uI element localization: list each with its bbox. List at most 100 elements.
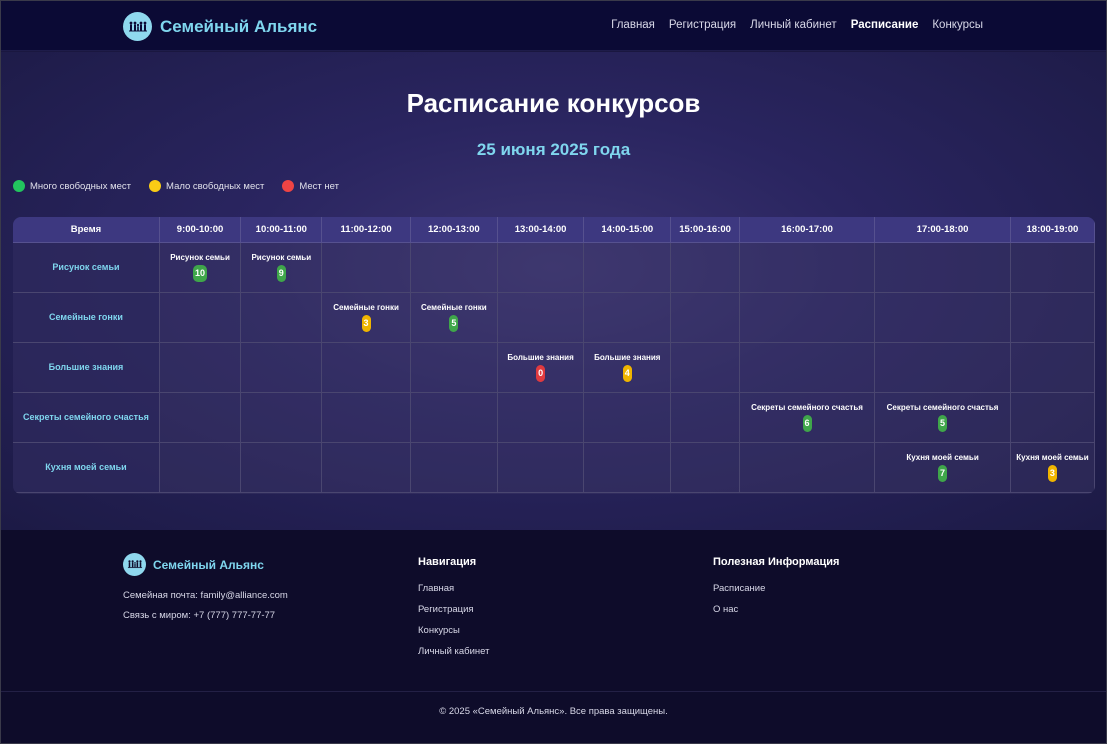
schedule-cell — [583, 292, 672, 343]
time-slot-header: 9:00-10:00 — [159, 217, 242, 243]
schedule-cell — [410, 242, 498, 293]
schedule-event[interactable]: Кухня моей семьи 3 — [1011, 443, 1094, 482]
schedule-cell: Секреты семейного счастья 6 — [739, 392, 876, 443]
contest-name: Большие знания — [13, 342, 160, 393]
schedule-event[interactable]: Большие знания 4 — [584, 343, 670, 382]
event-title: Семейные гонки — [333, 302, 399, 312]
schedule-cell: Кухня моей семьи 7 — [874, 442, 1011, 493]
schedule-cell: Рисунок семьи 9 — [240, 242, 323, 293]
schedule-cell — [739, 342, 876, 393]
schedule-cell — [739, 292, 876, 343]
schedule-cell — [321, 242, 411, 293]
event-title: Большие знания — [507, 352, 574, 362]
main-nav: Главная Регистрация Личный кабинет Расписан… — [611, 19, 983, 31]
footer-nav-column: Навигация Главная Регистрация Конкурсы Личн… — [418, 556, 489, 667]
nav-link[interactable]: Личный кабинет — [750, 19, 837, 31]
brand-logo[interactable]: Семейный Альянс — [123, 12, 317, 41]
copyright: © 2025 «Семейный Альянс». Все права защи… — [439, 706, 668, 717]
table-row: Большие знания Большие знания 0 Большие зна… — [13, 342, 1095, 393]
nav-link[interactable]: Конкурсы — [932, 19, 983, 31]
legend-dot-icon — [149, 180, 162, 192]
seats-badge: 5 — [938, 414, 948, 432]
schedule-section: Расписание конкурсов 25 июня 2025 года М… — [1, 52, 1106, 530]
schedule-cell: Кухня моей семьи 3 — [1010, 442, 1095, 493]
schedule-cell — [874, 342, 1011, 393]
site-footer: Семейный Альянс Семейная почта: family@a… — [1, 530, 1106, 743]
table-row: Рисунок семьи Рисунок семьи 10 Рисунок семь… — [13, 242, 1095, 293]
schedule-cell: Секреты семейного счастья 5 — [874, 392, 1011, 443]
nav-link[interactable]: Регистрация — [669, 19, 736, 31]
schedule-cell — [321, 392, 411, 443]
schedule-cell — [497, 242, 585, 293]
schedule-event[interactable]: Большие знания 0 — [498, 343, 583, 382]
schedule-cell — [321, 342, 411, 393]
schedule-event[interactable]: Секреты семейного счастья 6 — [740, 393, 875, 432]
contest-name: Кухня моей семьи — [13, 442, 160, 493]
contest-name: Рисунок семьи — [13, 242, 160, 293]
footer-email: Семейная почта: family@alliance.com — [123, 590, 288, 601]
schedule-event[interactable]: Семейные гонки 3 — [322, 293, 409, 332]
schedule-event[interactable]: Кухня моей семьи 7 — [875, 443, 1010, 482]
event-title: Рисунок семьи — [251, 252, 312, 262]
schedule-event[interactable]: Рисунок семьи 10 — [160, 243, 240, 282]
seats-badge: 6 — [802, 414, 812, 432]
footer-nav-link[interactable]: Конкурсы — [418, 625, 489, 636]
schedule-cell: Рисунок семьи 10 — [159, 242, 242, 293]
event-title: Рисунок семьи — [170, 252, 230, 262]
schedule-cell — [159, 392, 242, 443]
footer-divider — [1, 691, 1106, 692]
schedule-cell — [670, 442, 740, 493]
event-title: Секреты семейного счастья — [751, 402, 863, 412]
schedule-cell — [670, 242, 740, 293]
footer-nav-link[interactable]: Личный кабинет — [418, 646, 489, 657]
schedule-cell — [159, 442, 242, 493]
footer-nav-link[interactable]: Регистрация — [418, 604, 489, 615]
seats-badge: 5 — [449, 314, 459, 332]
schedule-table-container[interactable]: Время 9:00-10:00 10:00-11:00 11:00-12:00 12:… — [13, 217, 1095, 494]
schedule-cell — [874, 292, 1011, 343]
footer-brand[interactable]: Семейный Альянс — [123, 553, 264, 576]
time-slot-header: 12:00-13:00 — [410, 217, 498, 243]
page: Семейный Альянс Главная Регистрация Личный… — [0, 0, 1107, 744]
schedule-cell: Семейные гонки 3 — [321, 292, 411, 343]
legend-dot-icon — [13, 180, 25, 192]
legend-label: Мало свободных мест — [166, 180, 265, 192]
seats-badge: 0 — [536, 364, 546, 382]
nav-link[interactable]: Расписание — [851, 19, 919, 31]
footer-info-column: Полезная Информация Расписание О нас — [713, 556, 839, 625]
schedule-event[interactable]: Рисунок семьи 9 — [241, 243, 321, 282]
schedule-event[interactable]: Семейные гонки 5 — [411, 293, 497, 332]
event-title: Большие знания — [594, 352, 661, 362]
footer-info-link[interactable]: Расписание — [713, 583, 839, 594]
time-slot-header: 11:00-12:00 — [321, 217, 411, 243]
footer-nav-link[interactable]: Главная — [418, 583, 489, 594]
schedule-cell — [583, 442, 672, 493]
family-logo-icon — [123, 12, 152, 41]
footer-phone: Связь с миром: +7 (777) 777-77-77 — [123, 610, 276, 621]
seats-badge: 3 — [361, 314, 371, 332]
seats-badge: 9 — [276, 264, 286, 282]
contest-name: Секреты семейного счастья — [13, 392, 160, 443]
footer-info-link[interactable]: О нас — [713, 604, 839, 615]
nav-link[interactable]: Главная — [611, 19, 655, 31]
legend-label: Мест нет — [299, 180, 339, 192]
schedule-cell: Семейные гонки 5 — [410, 292, 498, 343]
brand-title: Семейный Альянс — [160, 16, 318, 36]
schedule-cell — [583, 242, 672, 293]
contest-name: Семейные гонки — [13, 292, 160, 343]
legend-item: Много свободных мест — [13, 180, 131, 192]
footer-info-title: Полезная Информация — [713, 556, 840, 568]
schedule-table: Время 9:00-10:00 10:00-11:00 11:00-12:00 12:… — [13, 217, 1095, 493]
event-title: Секреты семейного счастья — [886, 402, 999, 412]
schedule-cell — [1010, 292, 1095, 343]
schedule-cell — [670, 292, 740, 343]
time-column-header: Время — [13, 217, 160, 243]
time-slot-header: 13:00-14:00 — [497, 217, 585, 243]
schedule-cell — [240, 292, 323, 343]
schedule-cell — [159, 342, 242, 393]
schedule-cell — [497, 292, 585, 343]
schedule-event[interactable]: Секреты семейного счастья 5 — [875, 393, 1010, 432]
availability-legend: Много свободных мест Мало свободных мест М… — [13, 180, 339, 192]
time-slot-header: 14:00-15:00 — [583, 217, 672, 243]
time-slot-header: 17:00-18:00 — [874, 217, 1011, 243]
